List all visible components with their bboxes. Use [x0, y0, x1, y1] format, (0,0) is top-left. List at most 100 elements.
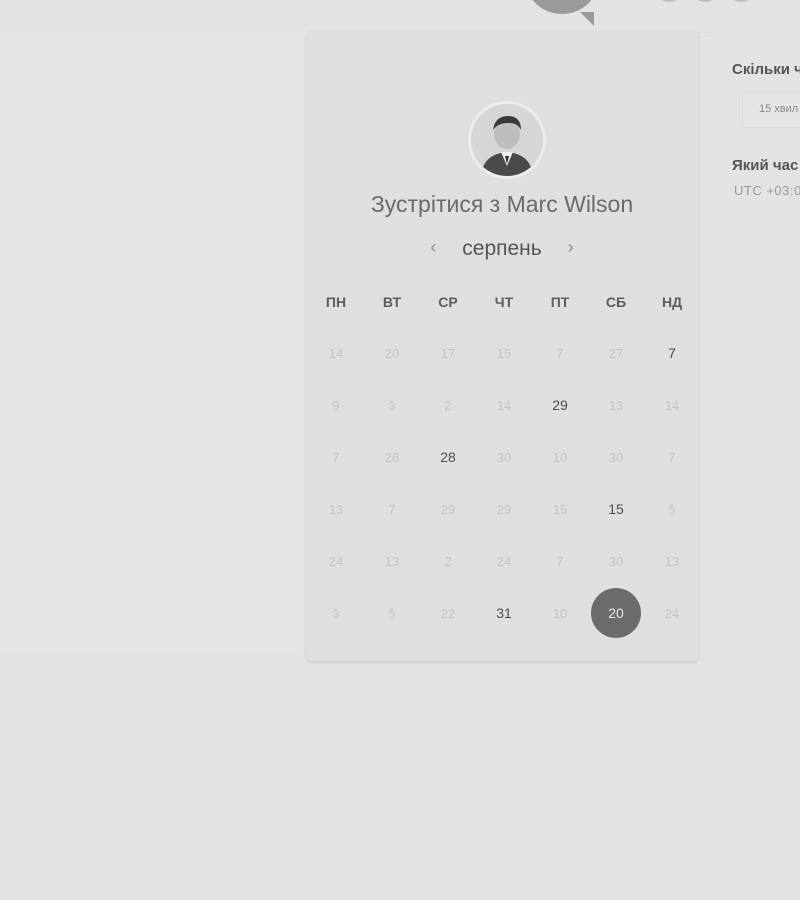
chevron-left-icon[interactable]: ‹	[420, 237, 446, 258]
calendar-day: 22	[420, 587, 476, 639]
calendar-day-number: 14	[328, 345, 344, 361]
calendar-day: 7	[644, 431, 700, 483]
calendar-day: 13	[308, 483, 364, 535]
calendar-day-number: 2	[444, 553, 452, 569]
calendar-day: 10	[532, 587, 588, 639]
avatar	[468, 101, 546, 179]
calendar-day-number: 10	[552, 449, 568, 465]
calendar-day-number: 14	[496, 397, 512, 413]
month-navigation: ‹ серпень ›	[306, 237, 698, 261]
calendar-day-number: 20	[384, 345, 400, 361]
calendar-day: 7	[308, 431, 364, 483]
calendar-day[interactable]: 15	[588, 483, 644, 535]
calendar-day: 14	[308, 327, 364, 379]
calendar-week: 13 7 29 29 15 15 5	[308, 483, 700, 535]
calendar-day-number: 30	[608, 449, 624, 465]
calendar-day-number: 5	[668, 501, 676, 517]
calendar-day-number: 7	[388, 501, 396, 517]
calendar-day: 15	[476, 327, 532, 379]
calendar-day-number: 15	[608, 501, 624, 517]
calendar-day-number: 13	[384, 553, 400, 569]
calendar-day: 7	[532, 327, 588, 379]
weekday-label: СБ	[605, 294, 627, 310]
calendar-day: 30	[588, 431, 644, 483]
calendar-day-number: 22	[440, 605, 456, 621]
calendar-day: 24	[644, 587, 700, 639]
calendar-day-number: 5	[388, 605, 396, 621]
calendar-day-number: 3	[388, 397, 396, 413]
calendar-day: 9	[308, 379, 364, 431]
calendar-day-number: 7	[556, 553, 564, 569]
calendar-day: 15	[532, 483, 588, 535]
calendar-day: 20	[364, 327, 420, 379]
calendar-day-number: 24	[496, 553, 512, 569]
calendar-day: 17	[420, 327, 476, 379]
brand-logo	[510, 0, 800, 30]
timezone-label[interactable]: UTC +03:0	[734, 183, 800, 198]
calendar-day-number: 15	[496, 345, 512, 361]
calendar-day-number: 24	[664, 605, 680, 621]
calendar-day-number: 17	[440, 345, 456, 361]
calendar-day-number: 7	[668, 345, 676, 361]
calendar-day-number: 26	[384, 449, 400, 465]
calendar-day-number: 20	[591, 588, 641, 638]
calendar-day: 24	[308, 535, 364, 587]
weekday-label: ПН	[325, 294, 347, 310]
calendar-day-selected[interactable]: 20	[588, 587, 644, 639]
calendar-day-number: 29	[552, 397, 568, 413]
chevron-right-icon[interactable]: ›	[558, 237, 584, 258]
calendar-day-number: 13	[328, 501, 344, 517]
time-question: Який час	[732, 157, 799, 174]
calendar-day-number: 30	[496, 449, 512, 465]
calendar-day-number: 10	[552, 605, 568, 621]
calendar-day: 30	[476, 431, 532, 483]
weekday-label: СР	[438, 294, 458, 310]
calendar-day-number: 13	[608, 397, 624, 413]
left-panel	[0, 32, 310, 652]
calendar-day-number: 2	[444, 397, 452, 413]
calendar-day-number: 31	[496, 605, 512, 621]
calendar-day-number: 7	[556, 345, 564, 361]
weekday-label: ВТ	[382, 294, 402, 310]
calendar-day-number: 7	[332, 449, 340, 465]
booking-card: Зустрітися з Marc Wilson ‹ серпень › ПН …	[306, 31, 698, 661]
calendar-day-number: 13	[664, 553, 680, 569]
calendar-day: 2	[420, 535, 476, 587]
month-label: серпень	[462, 237, 542, 260]
calendar-day-number: 14	[664, 397, 680, 413]
calendar-day-number: 30	[608, 553, 624, 569]
calendar-day: 14	[476, 379, 532, 431]
calendar-day: 5	[364, 587, 420, 639]
calendar-day[interactable]: 29	[532, 379, 588, 431]
calendar-day[interactable]: 31	[476, 587, 532, 639]
calendar-day-number: 28	[440, 449, 456, 465]
duration-button[interactable]: 15 хвил	[742, 92, 800, 128]
calendar-day: 27	[588, 327, 644, 379]
calendar-day: 14	[644, 379, 700, 431]
calendar-day-number: 29	[496, 501, 512, 517]
calendar-day-number: 7	[668, 449, 676, 465]
calendar-week: 3 5 22 31 10 20 24	[308, 587, 700, 639]
calendar-day: 13	[364, 535, 420, 587]
calendar-day: 13	[644, 535, 700, 587]
calendar-day-number: 24	[328, 553, 344, 569]
meeting-title: Зустрітися з Marc Wilson	[370, 191, 634, 217]
calendar-day: 13	[588, 379, 644, 431]
calendar-day: 26	[364, 431, 420, 483]
calendar-day: 2	[420, 379, 476, 431]
calendar-day: 30	[588, 535, 644, 587]
weekday-label: НД	[661, 294, 683, 310]
calendar-day: 7	[532, 535, 588, 587]
logo-wordmark	[655, 0, 800, 4]
duration-label: 15 хвил	[759, 103, 799, 115]
calendar-day[interactable]: 7	[644, 327, 700, 379]
weekday-header: ПН ВТ СР ЧТ ПТ СБ НД	[308, 294, 700, 310]
calendar-day-number: 27	[608, 345, 624, 361]
calendar-day: 3	[308, 587, 364, 639]
calendar-day-number: 9	[332, 397, 340, 413]
calendar-week: 24 13 2 24 7 30 13	[308, 535, 700, 587]
calendar-day-number: 15	[552, 501, 568, 517]
calendar-week: 7 26 28 30 10 30 7	[308, 431, 700, 483]
duration-question: Скільки ч	[732, 61, 800, 78]
calendar-day[interactable]: 28	[420, 431, 476, 483]
